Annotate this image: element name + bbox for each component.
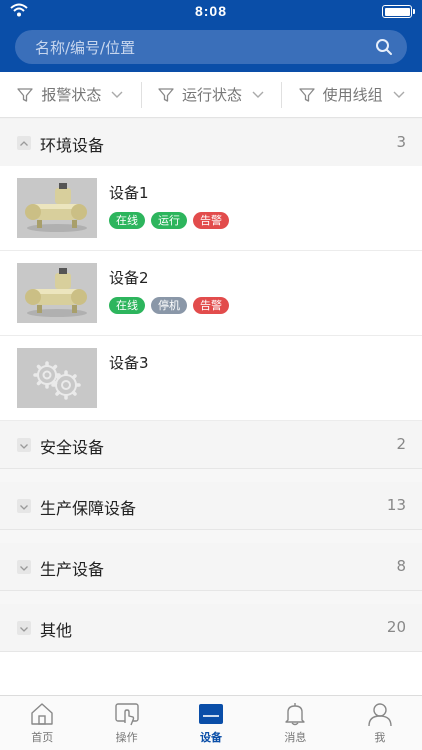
- chevron-down-icon[interactable]: [17, 438, 31, 452]
- tab-messages[interactable]: 消息: [253, 696, 337, 750]
- chevron-down-icon[interactable]: [17, 560, 31, 574]
- tab-label: 消息: [284, 731, 307, 744]
- filter-run-status[interactable]: 运行状态: [140, 72, 282, 117]
- tab-label: 设备: [200, 731, 223, 744]
- filter-label: 运行状态: [182, 86, 243, 104]
- status-badge-online: 在线: [109, 297, 145, 314]
- chiller-icon: [17, 263, 97, 323]
- filter-icon: [158, 87, 174, 102]
- filter-icon: [299, 87, 315, 102]
- search-icon[interactable]: [375, 38, 393, 56]
- tab-label: 操作: [115, 731, 138, 744]
- group-header-environment[interactable]: 环境设备 3: [0, 119, 422, 167]
- group-count: 2: [396, 435, 406, 453]
- group-header-other[interactable]: 其他 20: [0, 604, 422, 652]
- status-badge-online: 在线: [109, 212, 145, 229]
- group-name: 生产设备: [40, 560, 105, 579]
- group-count: 13: [386, 496, 406, 514]
- filter-icon: [17, 87, 33, 102]
- list-item-device-1[interactable]: 设备1 在线 运行 告警: [0, 166, 422, 251]
- filter-alarm-status[interactable]: 报警状态: [0, 72, 141, 117]
- filter-bar: 报警状态 运行状态 使用线组: [0, 72, 422, 118]
- home-icon: [31, 703, 53, 725]
- group-header-production[interactable]: 生产设备 8: [0, 543, 422, 591]
- device-icon: [199, 704, 224, 724]
- chiller-icon: [17, 178, 97, 238]
- group-count: 20: [386, 618, 406, 636]
- chevron-down-icon: [252, 91, 264, 98]
- search-placeholder: 名称/编号/位置: [35, 39, 136, 57]
- bell-icon: [285, 703, 306, 726]
- gears-icon: [17, 348, 97, 408]
- list-item-device-2[interactable]: 设备2 在线 停机 告警: [0, 251, 422, 336]
- device-thumbnail: [17, 263, 97, 323]
- group-header-safety[interactable]: 安全设备 2: [0, 421, 422, 469]
- tab-home[interactable]: 首页: [0, 696, 84, 750]
- list-item-device-3[interactable]: 设备3: [0, 336, 422, 421]
- tab-operation[interactable]: 操作: [84, 696, 168, 750]
- group-count: 8: [396, 557, 406, 575]
- search-input[interactable]: 名称/编号/位置: [15, 30, 407, 64]
- group-name: 生产保障设备: [40, 499, 137, 518]
- touch-icon: [114, 703, 139, 726]
- chevron-down-icon: [393, 91, 405, 98]
- status-badge-alarm: 告警: [193, 297, 229, 314]
- chevron-up-icon[interactable]: [17, 136, 31, 150]
- tab-label: 我: [374, 731, 386, 744]
- group-name: 安全设备: [40, 438, 105, 457]
- status-badge-alarm: 告警: [193, 212, 229, 229]
- device-status-badges: 在线 运行 告警: [109, 212, 229, 229]
- tab-device[interactable]: 设备: [169, 696, 253, 750]
- filter-label: 使用线组: [322, 86, 383, 104]
- tab-bar: 首页 操作 设备 消息 我: [0, 695, 422, 750]
- person-icon: [368, 703, 392, 726]
- device-name: 设备2: [109, 269, 149, 287]
- status-badge-running: 运行: [151, 212, 187, 229]
- divider: [0, 591, 422, 604]
- tab-me[interactable]: 我: [338, 696, 422, 750]
- chevron-down-icon: [111, 91, 123, 98]
- chevron-down-icon[interactable]: [17, 621, 31, 635]
- tab-label: 首页: [31, 731, 54, 744]
- filter-line-group[interactable]: 使用线组: [281, 72, 422, 117]
- filter-label: 报警状态: [41, 86, 102, 104]
- divider: [0, 530, 422, 543]
- status-badge-stopped: 停机: [151, 297, 187, 314]
- device-thumbnail: [17, 348, 97, 408]
- chevron-down-icon[interactable]: [17, 499, 31, 513]
- device-status-badges: 在线 停机 告警: [109, 297, 229, 314]
- status-bar: 8:08: [0, 0, 422, 22]
- list-bottom-spacer: [0, 652, 422, 695]
- status-time: 8:08: [194, 3, 228, 19]
- group-name: 环境设备: [40, 136, 105, 155]
- group-name: 其他: [40, 621, 73, 640]
- device-name: 设备1: [109, 184, 149, 202]
- divider: [0, 469, 422, 482]
- device-name: 设备3: [109, 354, 149, 372]
- group-header-production-support[interactable]: 生产保障设备 13: [0, 482, 422, 530]
- battery-icon: [382, 5, 415, 18]
- group-count: 3: [396, 133, 406, 151]
- header: 名称/编号/位置: [0, 22, 422, 72]
- device-thumbnail: [17, 178, 97, 238]
